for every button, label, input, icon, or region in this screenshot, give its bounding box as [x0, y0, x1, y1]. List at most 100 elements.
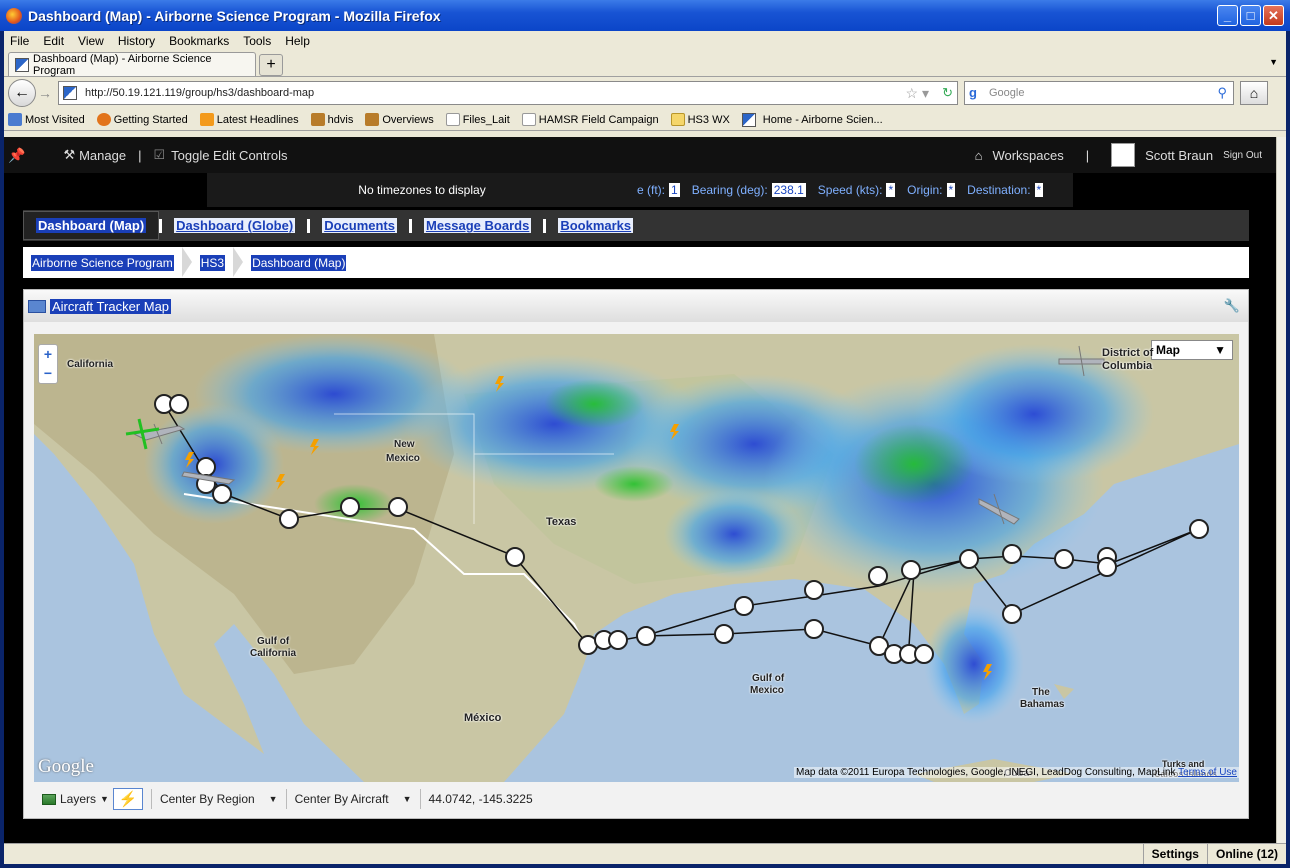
track-point [212, 484, 232, 504]
bookmark-most-visited[interactable]: Most Visited [8, 113, 85, 126]
separator: | [1085, 147, 1090, 163]
new-tab-button[interactable]: + [259, 54, 283, 76]
lightning-toggle-button[interactable]: ⚡ [112, 788, 143, 810]
browser-tab[interactable]: Dashboard (Map) - Airborne Science Progr… [8, 52, 256, 77]
bahamas-land [1054, 684, 1074, 699]
menu-view[interactable]: View [78, 34, 104, 48]
terms-of-use-link[interactable]: Terms of Use [1178, 767, 1237, 778]
avatar[interactable] [1111, 143, 1136, 167]
map-label-gulf-of: Gulf of [257, 636, 290, 647]
user-name[interactable]: Scott Braun [1145, 148, 1213, 163]
wrench-icon[interactable]: 🔧 [1224, 298, 1240, 314]
google-search-icon[interactable]: g [969, 85, 985, 101]
folder-icon [670, 113, 685, 126]
layers-button[interactable]: Layers ▼ ⚡ [34, 788, 152, 810]
altitude-label: e (ft): [637, 183, 666, 197]
zoom-out-button[interactable]: − [44, 364, 52, 383]
zoom-in-button[interactable]: + [44, 345, 52, 364]
toggle-edit-controls[interactable]: Toggle Edit Controls [171, 148, 287, 163]
url-bar[interactable]: http://50.19.121.119/group/hs3/dashboard… [58, 81, 958, 105]
menu-file[interactable]: File [10, 34, 29, 48]
track-point [901, 560, 921, 580]
minimize-button[interactable]: _ [1217, 5, 1238, 26]
pin-icon[interactable]: 📌 [8, 147, 25, 164]
track-point [388, 497, 408, 517]
back-button[interactable]: ← [8, 79, 36, 107]
tab-list-icon[interactable]: ▼ [1269, 57, 1278, 67]
tab-dashboard-map[interactable]: Dashboard (Map) [23, 211, 160, 240]
bookmark-hs3-wx[interactable]: HS3 WX [670, 113, 730, 126]
radar-core [854, 424, 974, 504]
bookmark-label: Latest Headlines [216, 113, 299, 126]
checkbox-icon[interactable]: ☑ [153, 147, 165, 163]
online-count[interactable]: Online (12) [1206, 844, 1286, 864]
speed-value: * [886, 183, 896, 197]
maximize-button[interactable]: □ [1240, 5, 1261, 26]
bookmark-overviews[interactable]: Overviews [365, 113, 434, 126]
bookmark-latest-headlines[interactable]: Latest Headlines [199, 113, 299, 126]
bookmarks-toolbar: Most Visited Getting Started Latest Head… [4, 109, 1286, 131]
center-aircraft-dropdown[interactable]: Center By Aircraft ▼ [287, 789, 421, 809]
map-label-columbia: Columbia [1102, 360, 1153, 372]
bookmark-hdvis[interactable]: hdvis [310, 113, 353, 126]
menu-history[interactable]: History [118, 34, 155, 48]
bookmark-label: HS3 WX [687, 113, 730, 126]
aircraft-info-bar: No timezones to display e (ft): 1 Bearin… [207, 173, 1073, 207]
track-point [505, 547, 525, 567]
map-label-mexico-gulf: Mexico [750, 685, 784, 696]
bookmark-star-icon[interactable]: ☆ ▾ [906, 85, 929, 102]
forward-button[interactable]: → [38, 85, 52, 101]
bookmark-hamsr[interactable]: HAMSR Field Campaign [521, 113, 659, 126]
tab-message-boards[interactable]: Message Boards [412, 218, 543, 233]
google-logo[interactable]: Google [38, 756, 94, 778]
workspaces-link[interactable]: Workspaces [992, 148, 1063, 163]
tab-dashboard-globe[interactable]: Dashboard (Globe) [162, 218, 307, 233]
hdvis-icon [310, 113, 325, 126]
navigation-bar: ← → http://50.19.121.119/group/hs3/dashb… [4, 77, 1286, 109]
sign-out-link[interactable]: Sign Out [1223, 150, 1262, 161]
app-top-bar: 📌 ⚒ Manage | ☑ Toggle Edit Controls ⌂ Wo… [4, 137, 1276, 173]
site-identity-icon[interactable] [63, 86, 77, 100]
settings-button[interactable]: Settings [1142, 844, 1207, 864]
map-label-new: New [394, 439, 415, 450]
bookmark-getting-started[interactable]: Getting Started [96, 113, 188, 126]
close-button[interactable]: ✕ [1263, 5, 1284, 26]
map-label-the: The [1032, 687, 1050, 698]
origin-value: * [946, 183, 956, 197]
vertical-scrollbar[interactable] [1276, 137, 1286, 843]
search-input[interactable]: g Google ⚲ [964, 81, 1234, 105]
breadcrumb-hs3[interactable]: HS3 [192, 254, 233, 271]
bookmark-files-lait[interactable]: Files_Lait [445, 113, 510, 126]
page-icon [521, 113, 536, 126]
breadcrumb-dashboard-map[interactable]: Dashboard (Map) [243, 254, 354, 271]
manage-link[interactable]: Manage [79, 148, 126, 163]
bookmark-label: Getting Started [113, 113, 188, 126]
track-point [914, 644, 934, 664]
layers-label: Layers [60, 792, 97, 806]
menu-bookmarks[interactable]: Bookmarks [169, 34, 229, 48]
tab-documents[interactable]: Documents [310, 218, 409, 233]
breadcrumb-label: Airborne Science Program [31, 254, 174, 271]
attribution-text: Map data ©2011 Europa Technologies, Goog… [796, 767, 1176, 778]
page-content: 📌 ⚒ Manage | ☑ Toggle Edit Controls ⌂ Wo… [4, 137, 1276, 843]
manage-icon: ⚒ [63, 147, 76, 162]
map-type-select[interactable]: Map ▼ [1151, 340, 1233, 360]
overviews-icon [365, 113, 380, 126]
reload-icon[interactable]: ↻ [942, 85, 953, 101]
browser-client: File Edit View History Bookmarks Tools H… [4, 31, 1286, 864]
menu-tools[interactable]: Tools [243, 34, 271, 48]
layers-icon [42, 793, 56, 805]
search-icon[interactable]: ⚲ [1217, 85, 1227, 101]
tab-bookmarks[interactable]: Bookmarks [546, 218, 645, 233]
home-icon[interactable]: ⌂ [1240, 81, 1268, 105]
breadcrumb-airborne[interactable]: Airborne Science Program [23, 254, 182, 271]
bookmark-home-airborne[interactable]: Home - Airborne Scien... [741, 112, 883, 127]
aircraft-map[interactable]: + − Map ▼ California New Mexico Texas Gu… [34, 334, 1239, 782]
separator: | [138, 147, 142, 163]
map-label-mexico-state: Mexico [386, 453, 420, 464]
track-point [804, 619, 824, 639]
menu-edit[interactable]: Edit [43, 34, 64, 48]
center-region-dropdown[interactable]: Center By Region ▼ [152, 789, 287, 809]
menu-help[interactable]: Help [285, 34, 310, 48]
bearing-value: 238.1 [771, 183, 806, 197]
